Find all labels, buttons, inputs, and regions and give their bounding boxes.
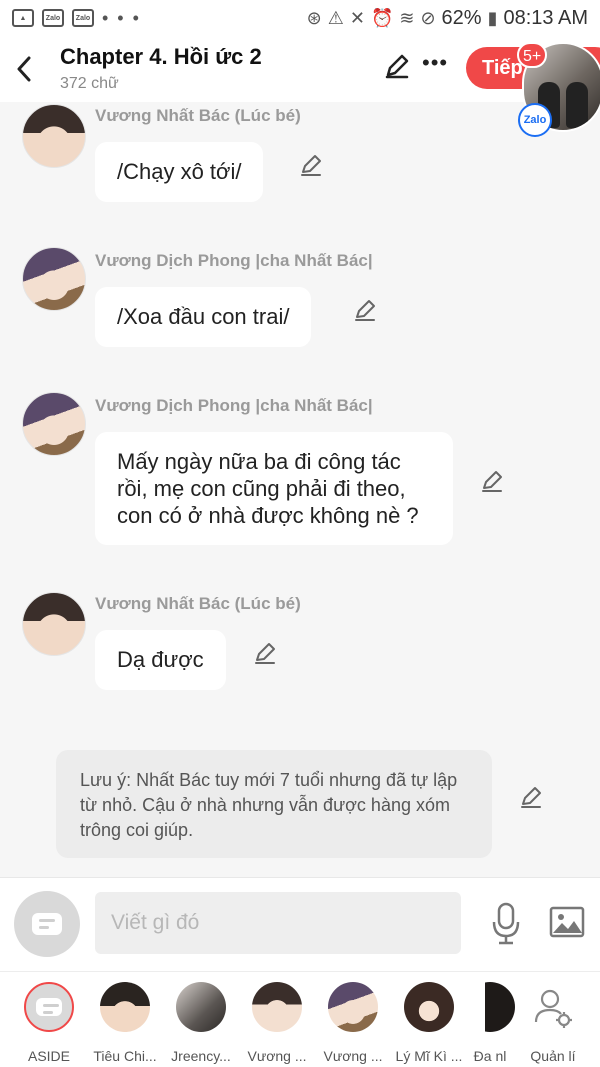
avatar[interactable] xyxy=(22,392,86,456)
avatar[interactable] xyxy=(22,247,86,311)
character-item[interactable]: Vương ... xyxy=(316,982,390,1064)
zalo-icon: Zalo xyxy=(72,9,94,27)
wifi-icon: ≋ xyxy=(399,7,415,28)
more-options-button[interactable]: ••• xyxy=(422,50,448,76)
message-icon xyxy=(36,998,62,1016)
message-bubble[interactable]: /Xoa đầu con trai/ xyxy=(95,287,312,347)
composer xyxy=(0,877,600,971)
avatar[interactable] xyxy=(22,104,86,168)
page-title: Chapter 4. Hồi ức 2 xyxy=(60,44,262,69)
character-item[interactable]: Đa nl xyxy=(462,982,518,1064)
image-icon[interactable] xyxy=(549,906,585,938)
character-name: Quản lí xyxy=(530,1048,576,1064)
character-name: Đa nl xyxy=(473,1048,507,1064)
no-signal-icon: ⊘ xyxy=(420,7,436,28)
avatar[interactable] xyxy=(22,592,86,656)
message-bubble[interactable]: Mấy ngày nữa ba đi công tác rồi, mẹ con … xyxy=(95,432,453,545)
manage-characters-button[interactable]: Quản lí xyxy=(516,982,590,1064)
character-name: Jreency... xyxy=(171,1048,231,1064)
character-name: Lý Mĩ Kì ... xyxy=(395,1048,463,1064)
character-name: Tiêu Chi... xyxy=(93,1048,157,1064)
character-name: Vương ... xyxy=(247,1048,307,1064)
chevron-left-icon xyxy=(17,56,31,82)
character-name: Vương ... xyxy=(323,1048,383,1064)
character-name: ASIDE xyxy=(27,1048,70,1064)
avatar xyxy=(404,982,454,1032)
sender-name: Vương Nhất Bác (Lúc bé) xyxy=(95,106,301,125)
pencil-icon[interactable] xyxy=(252,640,278,666)
character-item[interactable]: Lý Mĩ Kì ... xyxy=(392,982,466,1064)
message-input[interactable] xyxy=(95,892,461,954)
alarm-icon: ⏰ xyxy=(370,7,394,28)
battery-percent: 62% xyxy=(441,6,482,29)
character-bar: ASIDE Tiêu Chi... Jreency... Vương ... V… xyxy=(0,971,600,1067)
data-saver-icon: ⊛ xyxy=(306,7,322,28)
zalo-icon: Zalo xyxy=(42,9,64,27)
edit-chapter-button[interactable] xyxy=(383,52,413,82)
battery-icon: ▮ xyxy=(487,7,498,28)
sender-name: Vương Dịch Phong |cha Nhất Bác| xyxy=(95,251,373,270)
chapter-header: Chapter 4. Hồi ức 2 372 chữ ••• Tiếp xyxy=(0,36,600,102)
warning-icon: ⚠ xyxy=(327,7,344,28)
microphone-icon[interactable] xyxy=(490,902,522,946)
mute-icon: ✕ xyxy=(349,7,365,28)
user-settings-icon xyxy=(534,989,572,1028)
character-aside[interactable]: ASIDE xyxy=(12,982,86,1064)
sender-name: Vương Nhất Bác (Lúc bé) xyxy=(95,594,301,613)
note-bubble[interactable]: Lưu ý: Nhất Bác tuy mới 7 tuổi nhưng đã … xyxy=(56,750,492,858)
sender-name: Vương Dịch Phong |cha Nhất Bác| xyxy=(95,396,373,415)
avatar xyxy=(100,982,150,1032)
pencil-icon xyxy=(385,54,409,79)
status-bar: ▲ Zalo Zalo • • • ⊛ ⚠ ✕ ⏰ ≋ ⊘ 62% ▮ 08:1… xyxy=(0,0,600,36)
clock: 08:13 AM xyxy=(503,6,588,29)
message-bubble[interactable]: /Chạy xô tới/ xyxy=(95,142,264,202)
pencil-icon[interactable] xyxy=(352,297,378,323)
pencil-icon[interactable] xyxy=(518,784,544,810)
avatar xyxy=(465,982,515,1032)
avatar xyxy=(176,982,226,1032)
avatar xyxy=(252,982,302,1032)
pencil-icon[interactable] xyxy=(479,468,505,494)
message-icon xyxy=(32,913,62,935)
avatar xyxy=(328,982,378,1032)
back-button[interactable] xyxy=(10,52,38,84)
more-notifications-icon: • • • xyxy=(102,7,141,28)
notification-badge: 5+ xyxy=(517,42,548,68)
chat-area: Vương Nhất Bác (Lúc bé) /Chạy xô tới/ Vư… xyxy=(0,102,600,877)
character-item[interactable]: Tiêu Chi... xyxy=(88,982,162,1064)
character-item[interactable]: Jreency... xyxy=(164,982,238,1064)
message-bubble[interactable]: Dạ được xyxy=(95,630,226,690)
word-count: 372 chữ xyxy=(60,75,119,92)
aside-button[interactable] xyxy=(14,891,80,957)
image-icon: ▲ xyxy=(12,9,34,27)
pencil-icon[interactable] xyxy=(298,152,324,178)
character-item[interactable]: Vương ... xyxy=(240,982,314,1064)
